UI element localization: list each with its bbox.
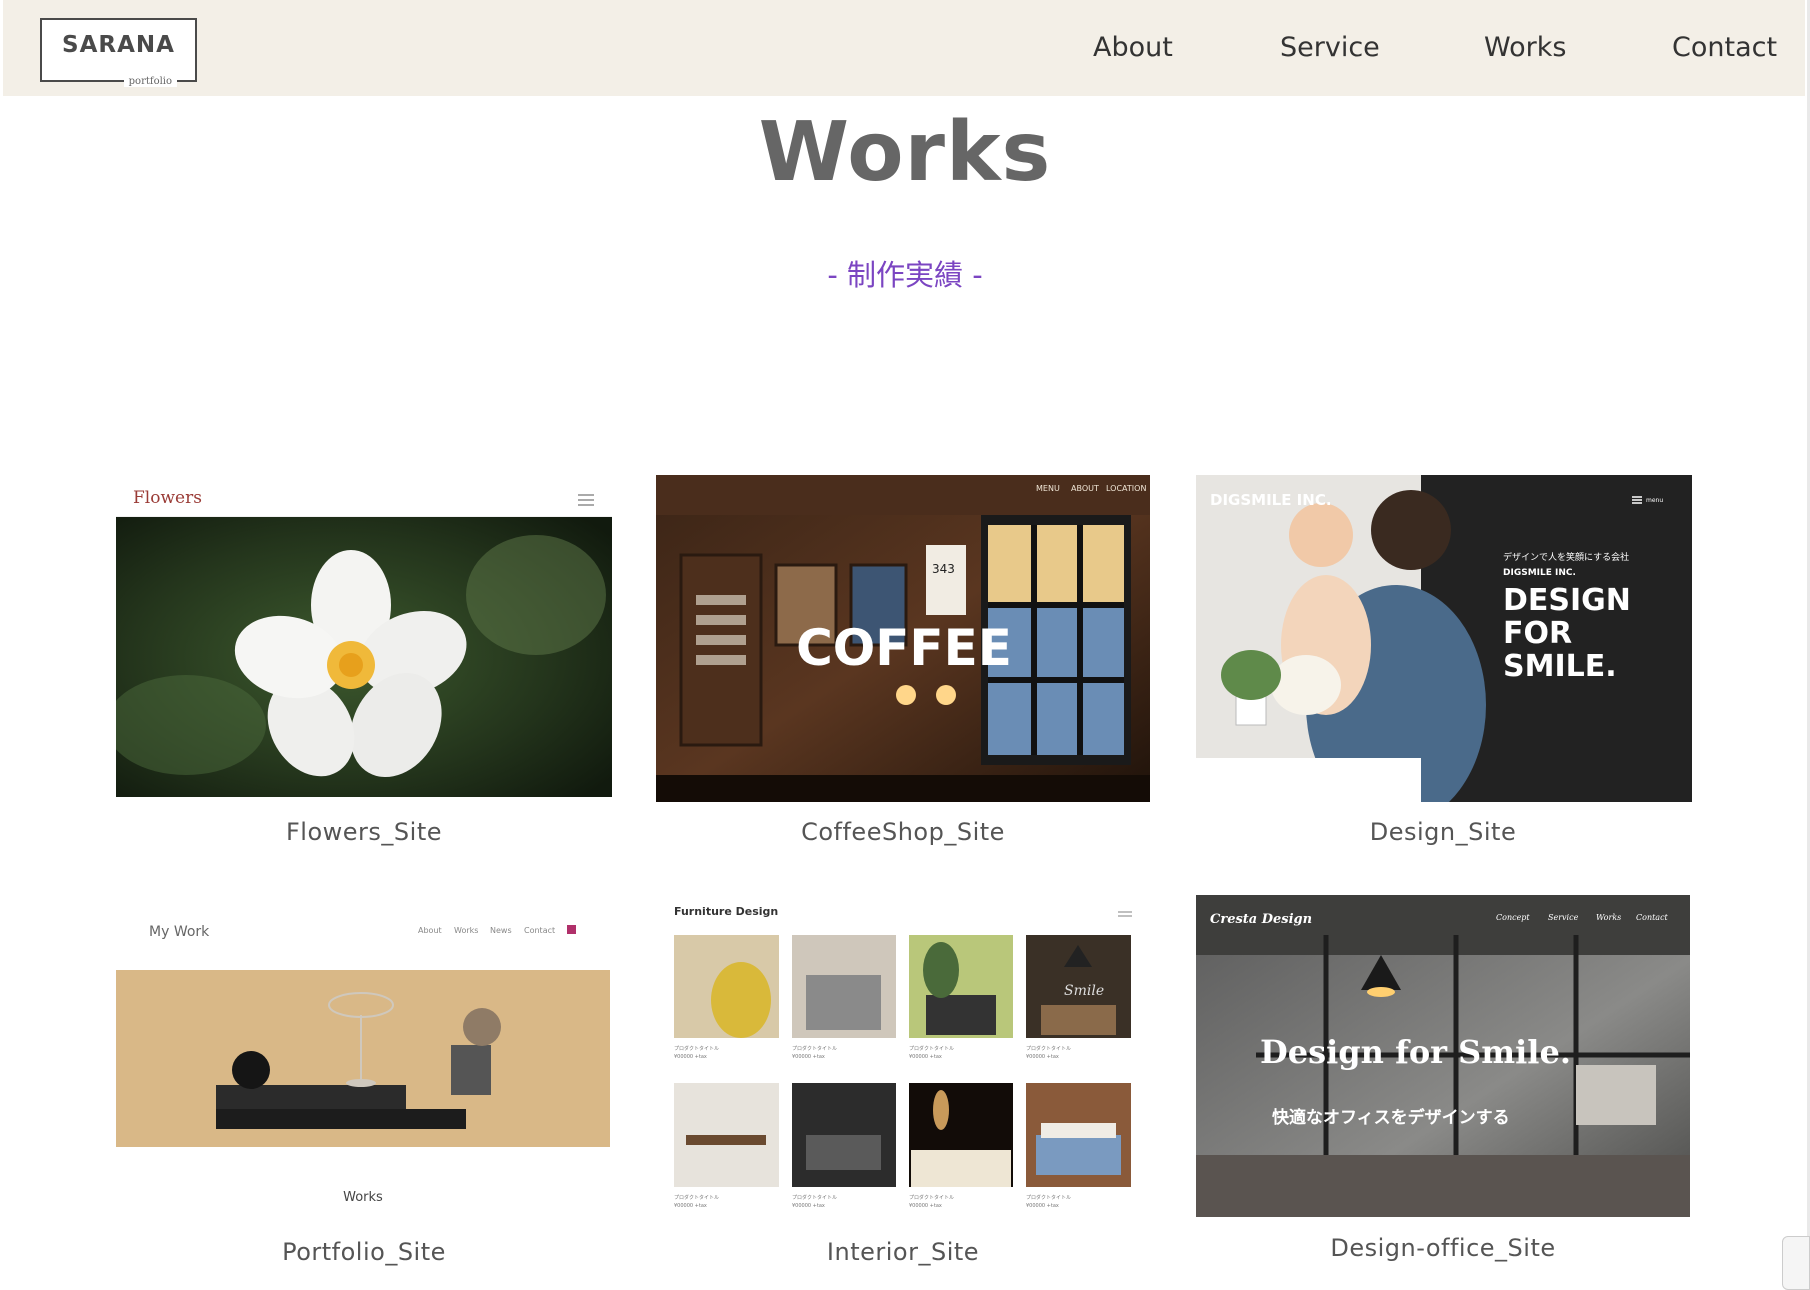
portfolio-site-preview: My Work About Works News Contact Works (116, 895, 610, 1207)
office-nav-contact: Contact (1636, 913, 1669, 922)
office-nav-works: Works (1596, 913, 1621, 922)
interior-item-price-3: ¥00000 +tax (909, 1054, 942, 1060)
site-logo[interactable]: SARANA portfolio (40, 18, 197, 87)
interior-item-title-8: プロダクトタイトル (1026, 1194, 1071, 1201)
portfolio-footer: Works (343, 1190, 383, 1205)
office-brand: Cresta Design (1210, 912, 1312, 927)
logo-text: SARANA (62, 32, 175, 58)
interior-item-price-5: ¥00000 +tax (674, 1203, 707, 1209)
office-subline: 快適なオフィスをデザインする (1272, 1107, 1510, 1128)
design-office-site-preview: Cresta Design Concept Service Works Cont… (1196, 895, 1690, 1217)
flowers-site-preview: Flowers (116, 475, 612, 797)
work-thumbnail-design[interactable]: DIGSMILE INC. menu デザインで人を笑顔にする会社 DIGSMI… (1196, 475, 1692, 802)
work-thumbnail-design-office[interactable]: Cresta Design Concept Service Works Cont… (1196, 895, 1690, 1217)
section-title: Works (758, 105, 1052, 200)
work-caption-portfolio[interactable]: Portfolio_Site (114, 1238, 614, 1266)
interior-item-price-1: ¥00000 +tax (674, 1054, 707, 1060)
interior-item-price-8: ¥00000 +tax (1026, 1203, 1059, 1209)
coffee-nav-menu: MENU (1036, 484, 1060, 493)
office-nav-concept: Concept (1496, 913, 1530, 922)
coffee-headline: COFFEE (796, 619, 1012, 677)
work-thumbnail-portfolio[interactable]: My Work About Works News Contact Works (116, 895, 610, 1207)
design-brand: DIGSMILE INC. (1210, 491, 1332, 509)
page-scroll-handle[interactable] (1782, 1236, 1810, 1290)
coffee-nav-about: ABOUT (1071, 484, 1099, 493)
nav-service[interactable]: Service (1280, 32, 1380, 63)
interior-item-price-4: ¥00000 +tax (1026, 1054, 1059, 1060)
portfolio-nav-about: About (418, 926, 442, 935)
coffeeshop-site-preview: 343 COFFEE MENU ABOUT LOCATION (656, 475, 1150, 802)
design-headline-2: FOR (1503, 616, 1572, 651)
work-thumbnail-coffeeshop[interactable]: 343 COFFEE MENU ABOUT LOCATION (656, 475, 1150, 802)
interior-item-price-7: ¥00000 +tax (909, 1203, 942, 1209)
interior-item-title-2: プロダクトタイトル (792, 1045, 837, 1052)
flowers-brand: Flowers (133, 488, 202, 508)
coffee-sign-number: 343 (932, 562, 955, 576)
design-tagline-jp: デザインで人を笑顔にする会社 (1503, 551, 1629, 563)
work-thumbnail-flowers[interactable]: Flowers (116, 475, 612, 797)
portfolio-nav-contact: Contact (524, 926, 555, 935)
portfolio-brand: My Work (149, 924, 210, 940)
interior-item-title-6: プロダクトタイトル (792, 1194, 837, 1201)
office-headline: Design for Smile. (1260, 1033, 1571, 1071)
interior-item-price-2: ¥00000 +tax (792, 1054, 825, 1060)
site-header: SARANA portfolio About Service Works Con… (3, 0, 1805, 96)
work-caption-coffeeshop[interactable]: CoffeeShop_Site (653, 818, 1153, 846)
interior-sign: Smile (1064, 983, 1104, 999)
portfolio-nav-works: Works (454, 926, 478, 935)
section-subtitle: - 制作実績 - (827, 258, 983, 292)
coffee-nav-location: LOCATION (1106, 484, 1146, 493)
interior-item-title-3: プロダクトタイトル (909, 1045, 954, 1052)
nav-about[interactable]: About (1093, 32, 1173, 63)
work-thumbnail-interior[interactable]: Furniture Design Smile プロダクトタイトル ¥00000 +… (656, 895, 1150, 1220)
nav-works[interactable]: Works (1484, 32, 1566, 63)
design-menu: menu (1646, 497, 1663, 504)
work-caption-interior[interactable]: Interior_Site (653, 1238, 1153, 1266)
interior-item-title-4: プロダクトタイトル (1026, 1045, 1071, 1052)
interior-item-title-1: プロダクトタイトル (674, 1045, 719, 1052)
nav-contact[interactable]: Contact (1672, 32, 1777, 63)
interior-site-preview: Furniture Design Smile プロダクトタイトル ¥00000 +… (656, 895, 1150, 1220)
design-tagline-en: DIGSMILE INC. (1503, 568, 1576, 578)
interior-item-price-6: ¥00000 +tax (792, 1203, 825, 1209)
office-nav-service: Service (1548, 913, 1579, 922)
design-headline-1: DESIGN (1503, 583, 1631, 618)
interior-item-title-5: プロダクトタイトル (674, 1194, 719, 1201)
interior-item-title-7: プロダクトタイトル (909, 1194, 954, 1201)
work-caption-flowers[interactable]: Flowers_Site (114, 818, 614, 846)
design-site-preview: DIGSMILE INC. menu デザインで人を笑顔にする会社 DIGSMI… (1196, 475, 1692, 802)
work-caption-design-office[interactable]: Design-office_Site (1193, 1234, 1693, 1262)
portfolio-nav-news: News (490, 926, 512, 935)
interior-brand: Furniture Design (674, 905, 778, 918)
design-headline-3: SMILE. (1503, 649, 1617, 684)
work-caption-design[interactable]: Design_Site (1193, 818, 1693, 846)
logo-subtext: portfolio (123, 76, 177, 87)
